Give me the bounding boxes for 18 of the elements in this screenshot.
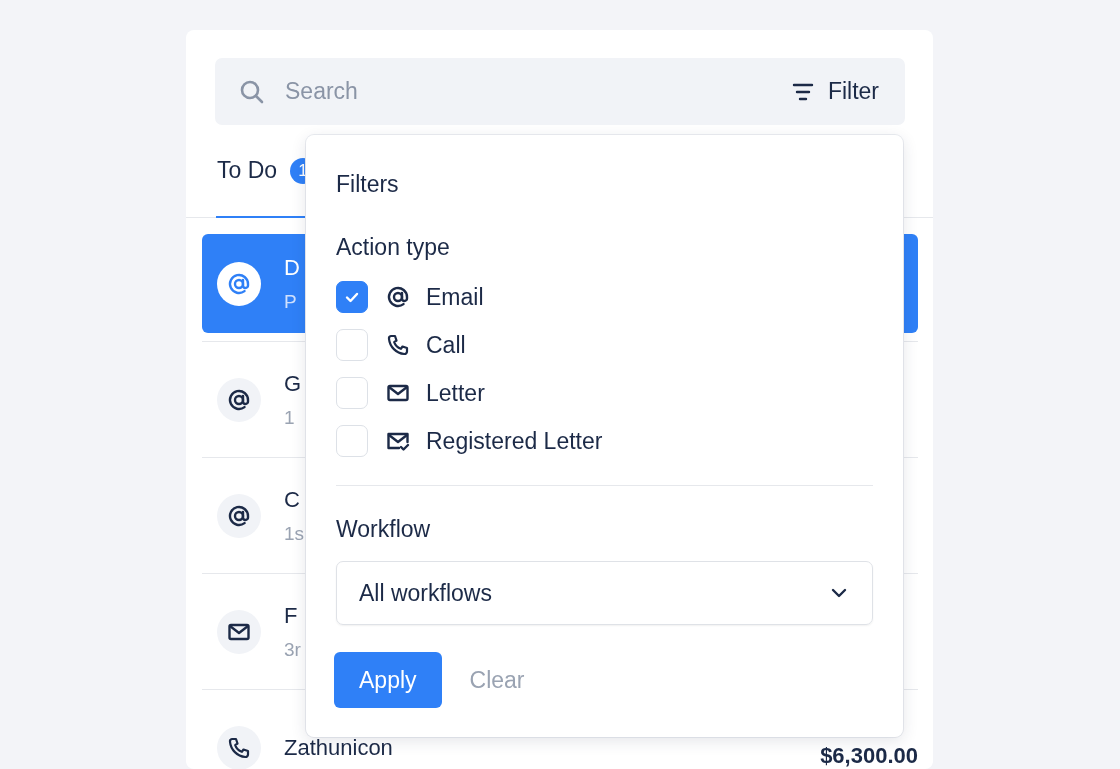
section-label: Workflow — [336, 516, 432, 543]
task-subtitle: 1s — [284, 522, 305, 545]
option-label: Letter — [426, 379, 485, 407]
option-label: Registered Letter — [426, 427, 603, 455]
amount: $6,300.00 — [820, 743, 918, 769]
task-title: G — [284, 370, 302, 397]
search-placeholder: Search — [285, 78, 359, 105]
section-label: Action type — [336, 234, 451, 261]
task-title: D — [284, 254, 300, 281]
task-subtitle: P — [284, 290, 297, 313]
task-title: C — [284, 486, 300, 513]
option-label: Call — [426, 331, 466, 359]
task-subtitle: 3r — [284, 638, 301, 661]
task-title: Zathunicon — [284, 734, 393, 761]
option-label: Email — [426, 283, 484, 311]
task-subtitle: 1 — [284, 406, 295, 429]
task-title: F — [284, 602, 298, 629]
filters-title: Filters — [336, 171, 400, 198]
